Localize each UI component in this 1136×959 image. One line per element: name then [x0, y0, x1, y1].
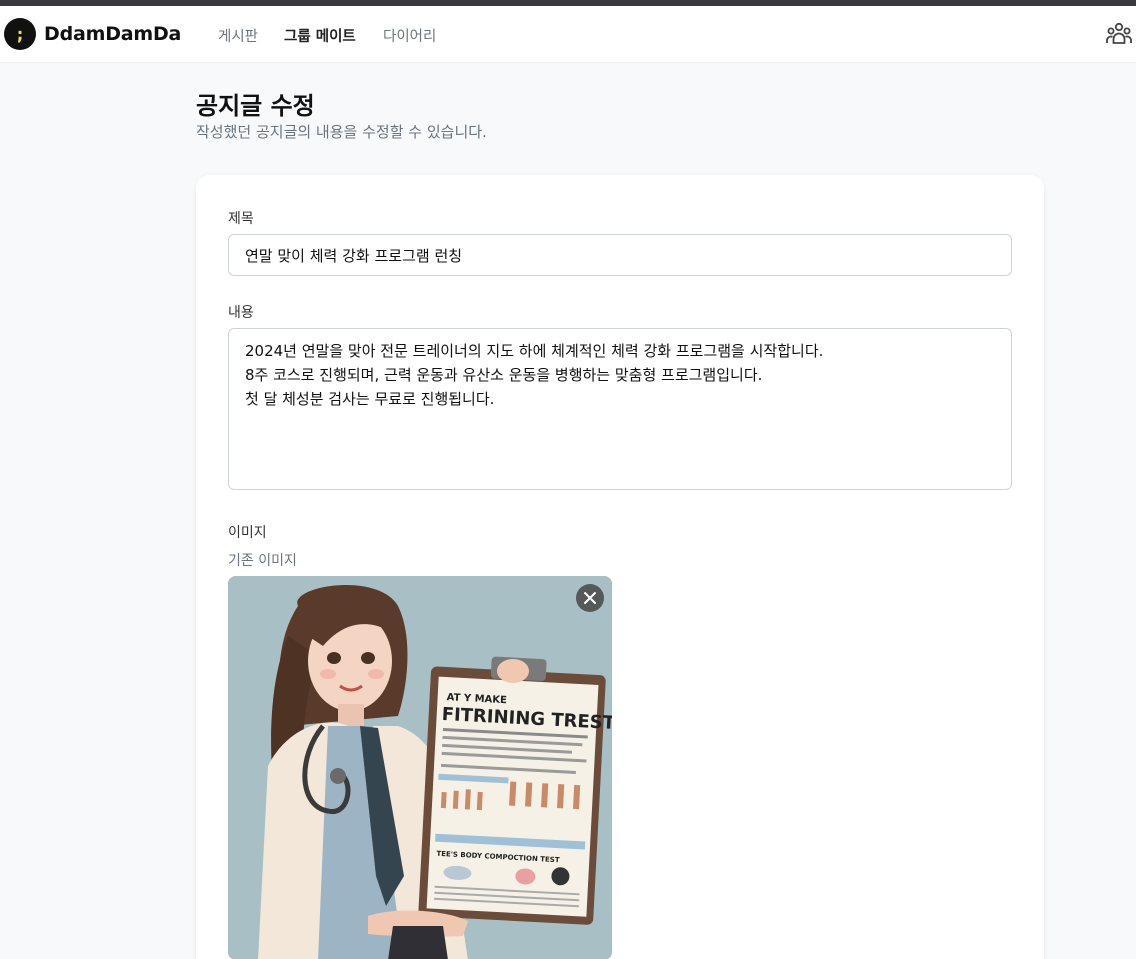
title-label: 제목	[228, 211, 254, 227]
trainer-illustration: AT Y MAKE FITRINING TREST: TEE'S BODY CO…	[228, 576, 612, 959]
nav-diary[interactable]: 다이어리	[383, 25, 436, 46]
image-label: 이미지	[228, 525, 267, 541]
page-title: 공지글 수정	[196, 92, 315, 120]
brand-name[interactable]: DdamDamDa	[44, 23, 181, 45]
nav-board[interactable]: 게시판	[218, 25, 258, 46]
content-textarea[interactable]: 2024년 연말을 맞아 전문 트레이너의 지도 하에 체계적인 체력 강화 프…	[228, 328, 1012, 490]
title-input[interactable]	[228, 234, 1012, 276]
users-group-icon[interactable]	[1106, 22, 1132, 46]
top-navbar: ; DdamDamDa 게시판 그룹 메이트 다이어리	[0, 6, 1136, 63]
existing-image-preview: AT Y MAKE FITRINING TREST: TEE'S BODY CO…	[228, 576, 612, 959]
remove-image-button[interactable]	[576, 584, 604, 612]
close-icon	[584, 592, 596, 604]
page-subtitle: 작성했던 공지글의 내용을 수정할 수 있습니다.	[196, 123, 487, 141]
edit-notice-form: 제목 내용 2024년 연말을 맞아 전문 트레이너의 지도 하에 체계적인 체…	[196, 175, 1044, 959]
logo-icon[interactable]: ;	[4, 18, 36, 50]
content-label: 내용	[228, 305, 254, 321]
nav-group-mate[interactable]: 그룹 메이트	[284, 25, 356, 46]
existing-image-label: 기존 이미지	[228, 553, 297, 569]
